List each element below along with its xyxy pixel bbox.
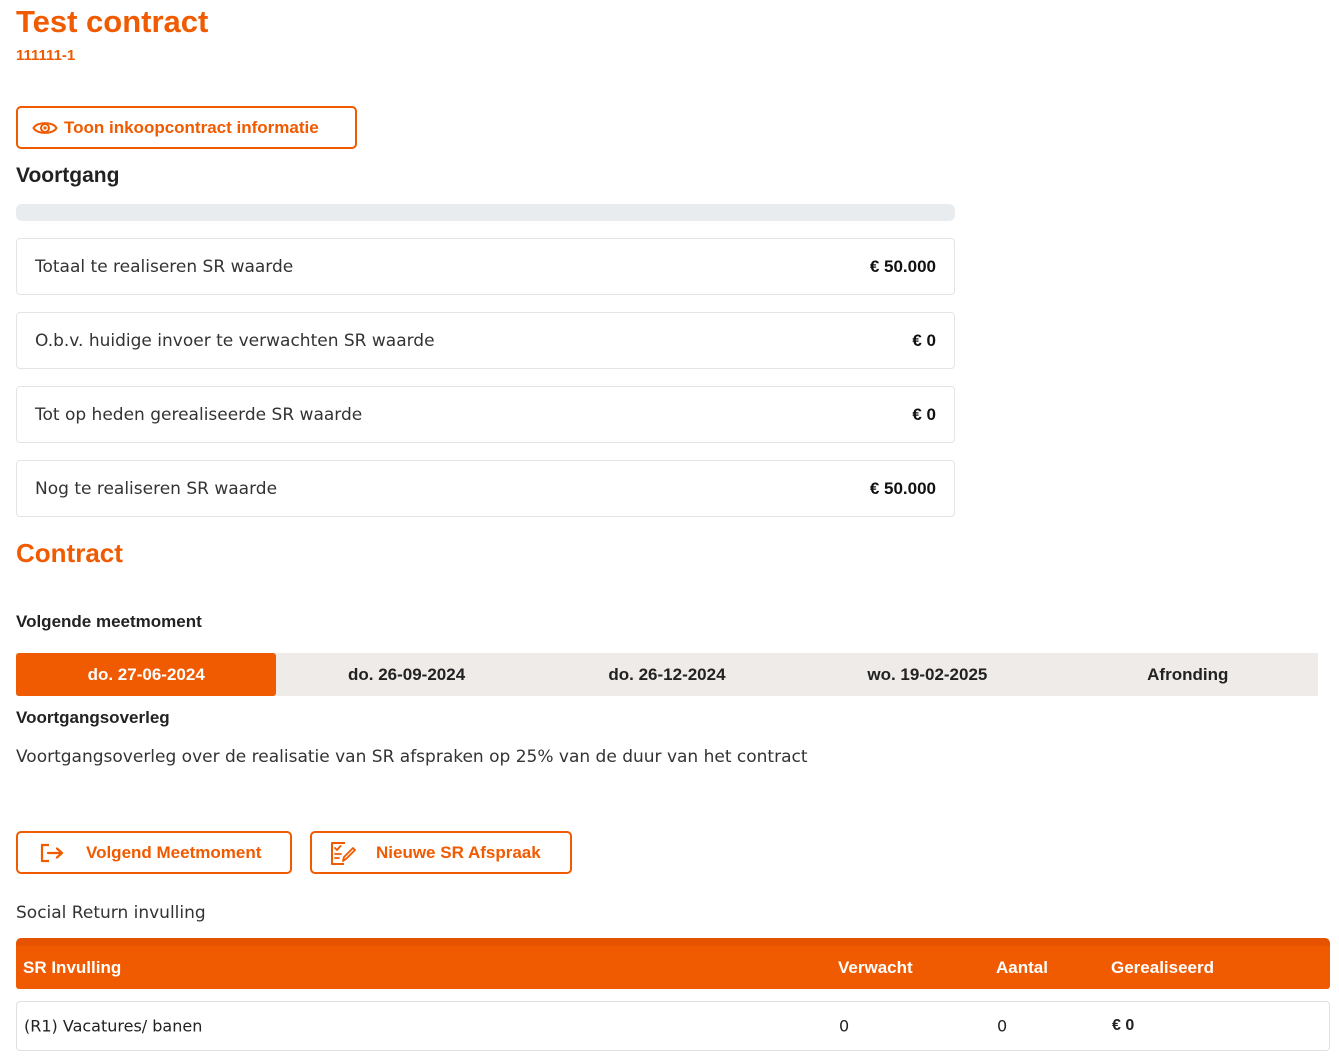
stat-row-expected: O.b.v. huidige invoer te verwachten SR w… [16,312,955,369]
stat-value: € 0 [912,404,936,424]
show-purchase-contract-info-label: Toon inkoopcontract informatie [64,117,319,137]
moment-tab-4[interactable]: wo. 19-02-2025 [797,653,1057,696]
measurement-moments-tabs: do. 27-06-2024 do. 26-09-2024 do. 26-12-… [16,653,1318,696]
exit-arrow-icon [40,843,64,862]
stat-value: € 0 [912,330,936,350]
stat-label: Tot op heden gerealiseerde SR waarde [35,404,363,425]
moment-tab-3[interactable]: do. 26-12-2024 [537,653,797,696]
contract-number: 111111-1 [16,47,76,64]
stat-value: € 50.000 [869,478,936,498]
stat-row-realized: Tot op heden gerealiseerde SR waarde € 0 [16,386,955,443]
edit-document-icon [331,841,356,865]
header-verwacht: Verwacht [838,957,913,977]
show-purchase-contract-info-button[interactable]: Toon inkoopcontract informatie [16,106,357,149]
cell-sr-invulling: (R1) Vacatures/ banen [24,1016,203,1036]
next-moment-label: Volgende meetmoment [16,612,202,631]
stat-label: Nog te realiseren SR waarde [35,478,278,499]
moment-tab-completion[interactable]: Afronding [1058,653,1318,696]
stat-row-remaining: Nog te realiseren SR waarde € 50.000 [16,460,955,517]
sr-table-caption: Social Return invulling [16,903,206,923]
page-title: Test contract [16,4,209,39]
progress-heading: Voortgang [16,164,120,187]
progress-bar [16,204,955,221]
header-gerealiseerd: Gerealiseerd [1111,957,1215,977]
moment-description: Voortgangsoverleg over de realisatie van… [16,747,808,767]
stat-value: € 50.000 [869,256,936,276]
contract-heading: Contract [16,538,123,568]
new-sr-agreement-button[interactable]: Nieuwe SR Afspraak [310,831,572,874]
stat-row-total: Totaal te realiseren SR waarde € 50.000 [16,238,955,295]
moment-tab-2[interactable]: do. 26-09-2024 [276,653,536,696]
cell-gerealiseerd: € 0 [1112,1017,1135,1034]
moment-title: Voortgangsoverleg [16,708,170,727]
header-aantal: Aantal [996,957,1048,977]
stat-label: Totaal te realiseren SR waarde [35,256,294,277]
sr-table-header: SR Invulling Verwacht Aantal Gerealiseer… [16,938,1330,989]
header-sr-invulling: SR Invulling [23,957,122,977]
moment-tab-1[interactable]: do. 27-06-2024 [16,653,277,696]
next-moment-button[interactable]: Volgend Meetmoment [16,831,292,874]
cell-verwacht: 0 [839,1016,850,1036]
eye-icon [32,121,58,134]
cell-aantal: 0 [997,1016,1008,1036]
next-moment-label-text: Volgend Meetmoment [86,842,262,862]
table-row[interactable]: (R1) Vacatures/ banen 0 0 € 0 [16,1001,1330,1051]
stat-label: O.b.v. huidige invoer te verwachten SR w… [35,330,435,351]
new-sr-agreement-label: Nieuwe SR Afspraak [376,842,541,862]
